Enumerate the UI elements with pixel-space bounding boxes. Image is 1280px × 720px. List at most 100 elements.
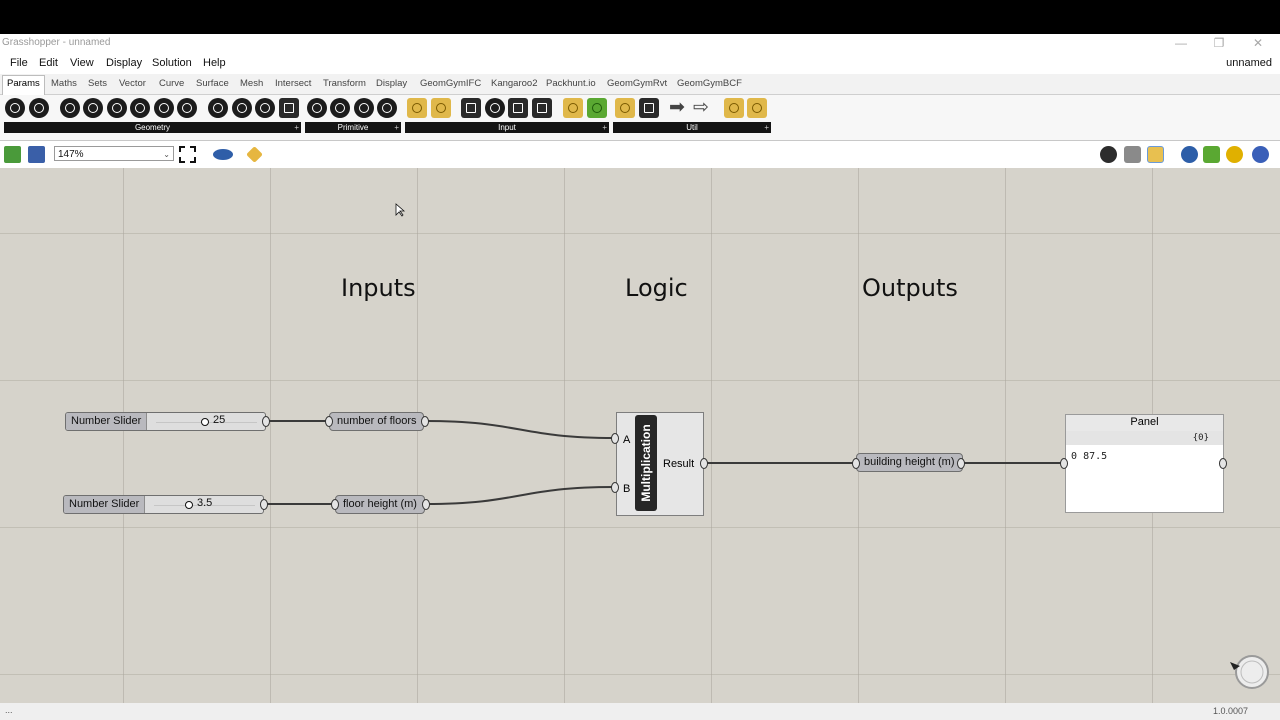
shaded-preview-icon[interactable] [1147,146,1164,163]
maximize-button[interactable]: ❐ [1208,35,1230,51]
box-param-icon[interactable] [208,98,228,118]
open-file-icon[interactable] [4,146,21,163]
expand-icon[interactable]: + [394,122,399,133]
close-button[interactable]: ✕ [1247,35,1269,51]
tab-geomgymbcf[interactable]: GeomGymBCF [677,78,742,89]
relay-arrow-icon[interactable]: ➡ [669,97,689,118]
output-port-result[interactable] [700,458,708,469]
plane-param-icon[interactable] [154,98,174,118]
group-title-inputs: Inputs [341,274,416,302]
zoom-extents-icon[interactable] [179,146,196,163]
data-dam-icon[interactable] [639,98,659,118]
tab-curve[interactable]: Curve [159,78,184,89]
input-port[interactable] [1060,458,1068,469]
brep-param-icon[interactable] [232,98,252,118]
point-param-icon[interactable] [29,98,49,118]
menu-file[interactable]: File [10,57,28,69]
tab-vector[interactable]: Vector [119,78,146,89]
menu-solution[interactable]: Solution [152,57,192,69]
value-list-icon[interactable] [532,98,552,118]
tab-packhunt[interactable]: Packhunt.io [546,78,596,89]
preview-settings-icon[interactable] [1226,146,1243,163]
gradient-icon[interactable] [563,98,583,118]
save-file-icon[interactable] [28,146,45,163]
tab-params[interactable]: Params [2,75,45,96]
mesh-param-icon[interactable] [255,98,275,118]
tab-display[interactable]: Display [376,78,407,89]
geometry-param-icon[interactable] [5,98,25,118]
tab-kangaroo2[interactable]: Kangaroo2 [491,78,537,89]
expand-icon[interactable]: + [764,122,769,133]
preview-off-icon[interactable] [1100,146,1117,163]
text-param-icon[interactable] [377,98,397,118]
output-port[interactable] [957,458,965,469]
output-port[interactable] [422,499,430,510]
panel-component[interactable]: Panel {0} 0 87.5 [1065,414,1224,513]
eye-preview-icon[interactable] [213,149,233,160]
tab-surface[interactable]: Surface [196,78,229,89]
wireframe-preview-icon[interactable] [1124,146,1141,163]
rectangle-param-icon[interactable] [177,98,197,118]
arc-param-icon[interactable] [83,98,103,118]
minimize-button[interactable]: — [1170,35,1192,51]
number-slider-floor-height[interactable]: Number Slider 3.5 [63,495,264,514]
input-port[interactable] [325,416,333,427]
param-building-height[interactable]: building height (m) [856,453,963,472]
menu-display[interactable]: Display [106,57,142,69]
output-port[interactable] [1219,458,1227,469]
slider-label: Number Slider [64,496,146,513]
output-port[interactable] [421,416,429,427]
menu-view[interactable]: View [70,57,94,69]
globe-icon[interactable] [1252,146,1269,163]
preview-mesh-icon[interactable] [1203,146,1220,163]
param-number-of-floors[interactable]: number of floors [329,412,425,431]
jump-arrow-icon[interactable]: ⇨ [693,97,713,118]
window-titlebar: Grasshopper - unnamed — ❐ ✕ [0,34,1280,54]
input-port-a[interactable] [611,433,619,444]
tab-maths[interactable]: Maths [51,78,77,89]
output-result-label: Result [663,458,695,470]
input-port[interactable] [852,458,860,469]
number-slider-floors[interactable]: Number Slider 25 [65,412,266,431]
tab-transform[interactable]: Transform [323,78,366,89]
output-port[interactable] [260,499,268,510]
tab-intersect[interactable]: Intersect [275,78,311,89]
graph-mapper-icon[interactable] [431,98,451,118]
surface-param-icon[interactable] [279,98,299,118]
integer-param-icon[interactable] [330,98,350,118]
input-port-b[interactable] [611,482,619,493]
line-param-icon[interactable] [130,98,150,118]
tab-geomgymrvt[interactable]: GeomGymRvt [607,78,667,89]
param-floor-height[interactable]: floor height (m) [335,495,425,514]
number-param-icon[interactable] [354,98,374,118]
tab-mesh[interactable]: Mesh [240,78,263,89]
grasshopper-canvas[interactable]: Inputs Logic Outputs Number Slider 25 Nu… [0,168,1280,703]
fitness-icon[interactable] [724,98,744,118]
tab-geomgymifc[interactable]: GeomGymIFC [420,78,481,89]
canvas-navigation-widget-icon[interactable] [1226,653,1272,691]
slider-handle[interactable] [201,418,209,426]
input-port[interactable] [331,499,339,510]
number-slider-icon[interactable] [508,98,528,118]
curve-param-icon[interactable] [107,98,127,118]
galapagos-icon[interactable] [747,98,767,118]
cluster-icon[interactable] [615,98,635,118]
boolean-param-icon[interactable] [307,98,327,118]
multiplication-component[interactable]: A B Multiplication Result [616,412,704,516]
sketch-pen-icon[interactable] [246,146,263,163]
image-sampler-icon[interactable] [587,98,607,118]
button-input-icon[interactable] [461,98,481,118]
expand-icon[interactable]: + [602,122,607,133]
expand-icon[interactable]: + [294,122,299,133]
menu-help[interactable]: Help [203,57,226,69]
output-port[interactable] [262,416,270,427]
selected-only-icon[interactable] [1181,146,1198,163]
chevron-down-icon[interactable]: ⌄ [163,147,170,162]
import-icon[interactable] [407,98,427,118]
boolean-toggle-icon[interactable] [485,98,505,118]
zoom-select[interactable]: 147% ⌄ [54,146,174,161]
tab-sets[interactable]: Sets [88,78,107,89]
circle-param-icon[interactable] [60,98,80,118]
menu-edit[interactable]: Edit [39,57,58,69]
slider-handle[interactable] [185,501,193,509]
